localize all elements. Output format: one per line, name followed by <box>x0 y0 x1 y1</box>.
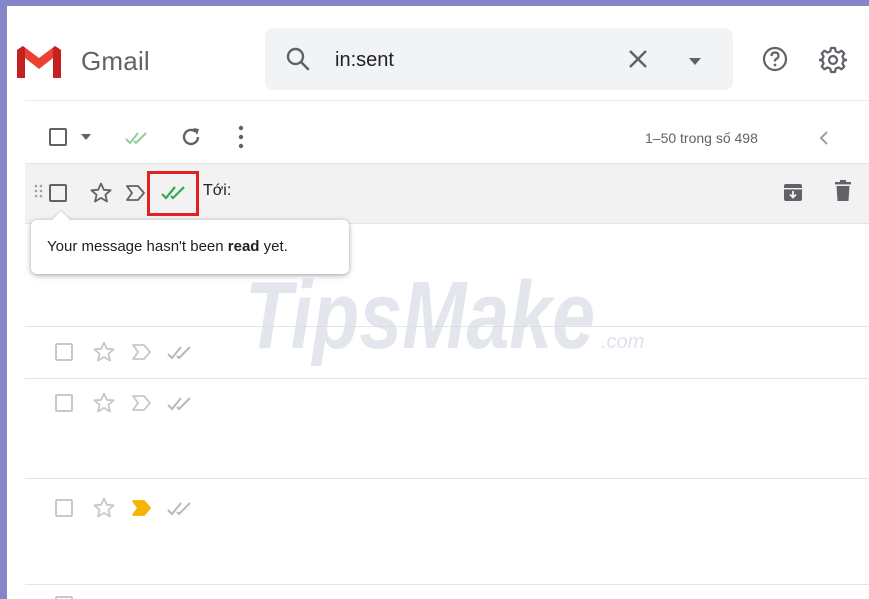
double-check-icon <box>167 346 191 360</box>
important-marker-icon[interactable] <box>131 394 153 412</box>
gmail-logo-icon[interactable] <box>15 44 63 80</box>
search-icon[interactable] <box>285 46 311 72</box>
star-icon[interactable] <box>92 391 116 415</box>
archive-icon[interactable] <box>783 182 803 202</box>
row-divider <box>25 584 869 585</box>
row-checkbox[interactable] <box>55 394 73 412</box>
header-divider <box>25 100 869 101</box>
brand-name: Gmail <box>81 46 150 76</box>
star-icon[interactable] <box>92 340 116 364</box>
row-checkbox[interactable] <box>55 343 73 361</box>
row-divider <box>25 378 869 379</box>
pagination-text: 1–50 trong số 498 <box>645 130 758 146</box>
watermark-suffix: .com <box>601 331 644 353</box>
select-all-checkbox[interactable] <box>49 128 67 146</box>
highlight-annotation-box <box>147 171 199 216</box>
row-divider <box>25 163 869 164</box>
screenshot-frame: Gmail in:sent 1–50 trong số 498 Tới: Tip… <box>0 0 869 599</box>
gear-icon[interactable] <box>819 46 847 74</box>
search-input[interactable]: in:sent <box>335 49 394 72</box>
row-checkbox[interactable] <box>55 499 73 517</box>
refresh-icon[interactable] <box>180 126 202 148</box>
row-divider <box>25 478 869 479</box>
search-options-dropdown-icon[interactable] <box>688 56 702 66</box>
recipient-label[interactable]: Tới: <box>203 182 231 200</box>
help-icon[interactable] <box>762 46 788 72</box>
tooltip-arrow <box>51 211 71 221</box>
tooltip-text: Your message hasn't been read yet. <box>47 238 288 255</box>
important-marker-icon[interactable] <box>125 184 147 202</box>
double-check-icon <box>167 502 191 516</box>
chevron-left-icon[interactable] <box>817 130 831 146</box>
watermark-main: TipsMake <box>245 262 595 366</box>
trash-icon[interactable] <box>835 180 851 202</box>
double-check-icon[interactable] <box>125 130 149 146</box>
drag-handle-icon[interactable] <box>34 184 44 200</box>
row-checkbox[interactable] <box>49 184 67 202</box>
caret-down-icon[interactable] <box>81 134 91 140</box>
close-icon[interactable] <box>627 48 649 70</box>
star-icon[interactable] <box>89 181 113 205</box>
double-check-icon <box>167 397 191 411</box>
important-marker-icon[interactable] <box>131 343 153 361</box>
important-marker-icon[interactable] <box>131 499 153 517</box>
more-vert-icon[interactable] <box>237 124 245 150</box>
star-icon[interactable] <box>92 496 116 520</box>
